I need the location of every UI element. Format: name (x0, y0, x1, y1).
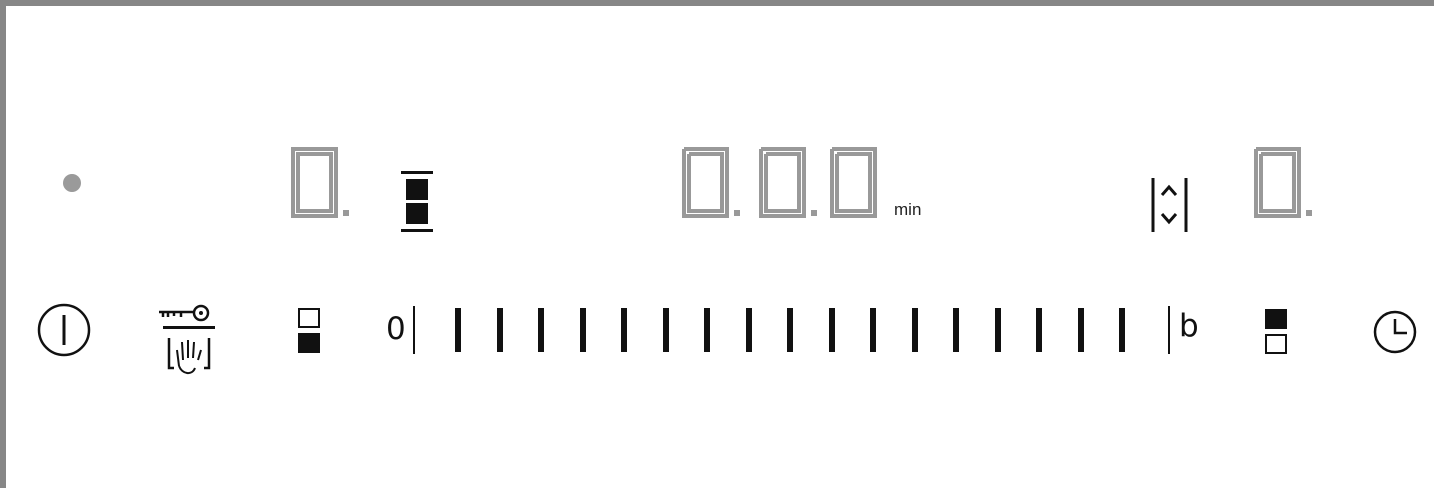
updown-arrows-icon[interactable] (1150, 176, 1190, 234)
slider-step-11[interactable] (870, 308, 876, 352)
slider-start-marker (413, 306, 415, 354)
slider-step-7[interactable] (704, 308, 710, 352)
slider-step-17[interactable] (1119, 308, 1125, 352)
zone-select-upper-icon[interactable] (1264, 307, 1290, 357)
timer-digit-2 (758, 146, 828, 226)
timer-unit-label: min (894, 200, 922, 219)
zone-power-display (290, 146, 360, 226)
cooktop-control-panel: min 0 b (0, 0, 1434, 488)
slider-step-5[interactable] (621, 308, 627, 352)
zone-indicator-icon (401, 171, 433, 232)
slider-step-3[interactable] (538, 308, 544, 352)
zone-select-lower-icon[interactable] (297, 307, 323, 357)
slider-step-4[interactable] (580, 308, 586, 352)
slider-min-label: 0 (386, 311, 406, 347)
slider-step-13[interactable] (953, 308, 959, 352)
clock-icon[interactable] (1372, 309, 1418, 355)
slider-step-16[interactable] (1078, 308, 1084, 352)
zone-power-digit (291, 147, 349, 218)
slider-max-label: b (1179, 308, 1199, 344)
slider-step-2[interactable] (497, 308, 503, 352)
power-icon[interactable] (36, 302, 92, 358)
slider-step-8[interactable] (746, 308, 752, 352)
right-zone-display (1253, 146, 1323, 226)
slider-step-6[interactable] (663, 308, 669, 352)
slider-step-10[interactable] (829, 308, 835, 352)
slider-step-9[interactable] (787, 308, 793, 352)
timer-digit-1 (681, 146, 751, 226)
slider-step-1[interactable] (455, 308, 461, 352)
slider-step-14[interactable] (995, 308, 1001, 352)
status-indicator-dot (63, 174, 81, 192)
slider-step-12[interactable] (912, 308, 918, 352)
slider-end-marker (1168, 306, 1170, 354)
timer-digit-3 (829, 146, 899, 226)
slider-step-15[interactable] (1036, 308, 1042, 352)
key-lock-wipe-icon[interactable] (157, 304, 221, 382)
